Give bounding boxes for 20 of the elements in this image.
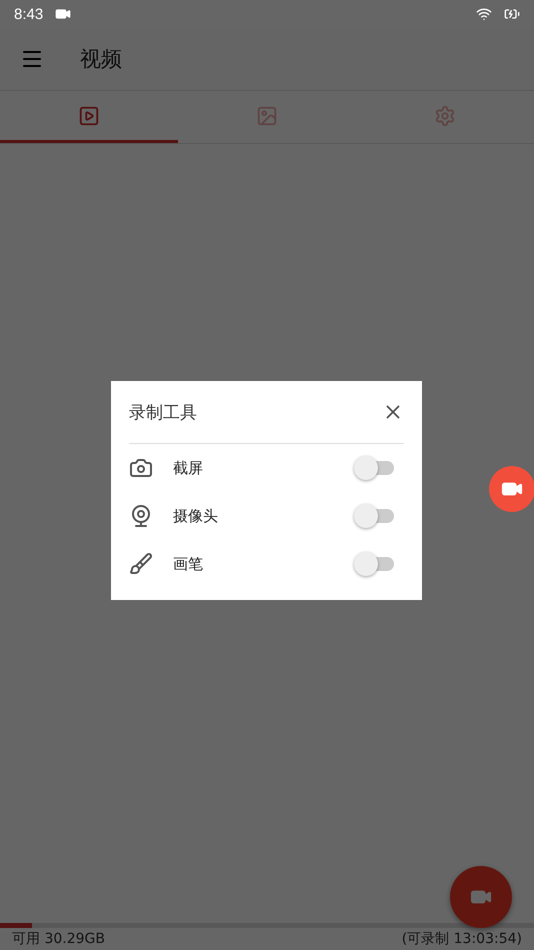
recordable-time: (可录制 13:03:54) bbox=[402, 930, 522, 948]
play-square-icon bbox=[78, 104, 100, 126]
floating-record-button[interactable] bbox=[489, 466, 534, 512]
app-title: 视频 bbox=[80, 46, 122, 73]
image-icon bbox=[256, 104, 278, 126]
status-time: 8:43 bbox=[14, 6, 44, 22]
tool-label: 画笔 bbox=[173, 554, 204, 574]
webcam-icon bbox=[129, 504, 153, 528]
toggle-switch[interactable] bbox=[354, 456, 394, 480]
gear-icon bbox=[434, 104, 456, 126]
record-button[interactable] bbox=[450, 866, 512, 928]
toggle-switch[interactable] bbox=[354, 552, 394, 576]
dialog-title: 录制工具 bbox=[129, 402, 197, 424]
wifi-icon bbox=[476, 6, 492, 22]
available-space: 可用 30.29GB bbox=[12, 930, 105, 948]
tool-label: 截屏 bbox=[173, 458, 204, 478]
toggle-switch[interactable] bbox=[354, 504, 394, 528]
camera-icon bbox=[129, 456, 153, 480]
tool-label: 摄像头 bbox=[173, 506, 219, 526]
brush-icon bbox=[129, 552, 153, 576]
